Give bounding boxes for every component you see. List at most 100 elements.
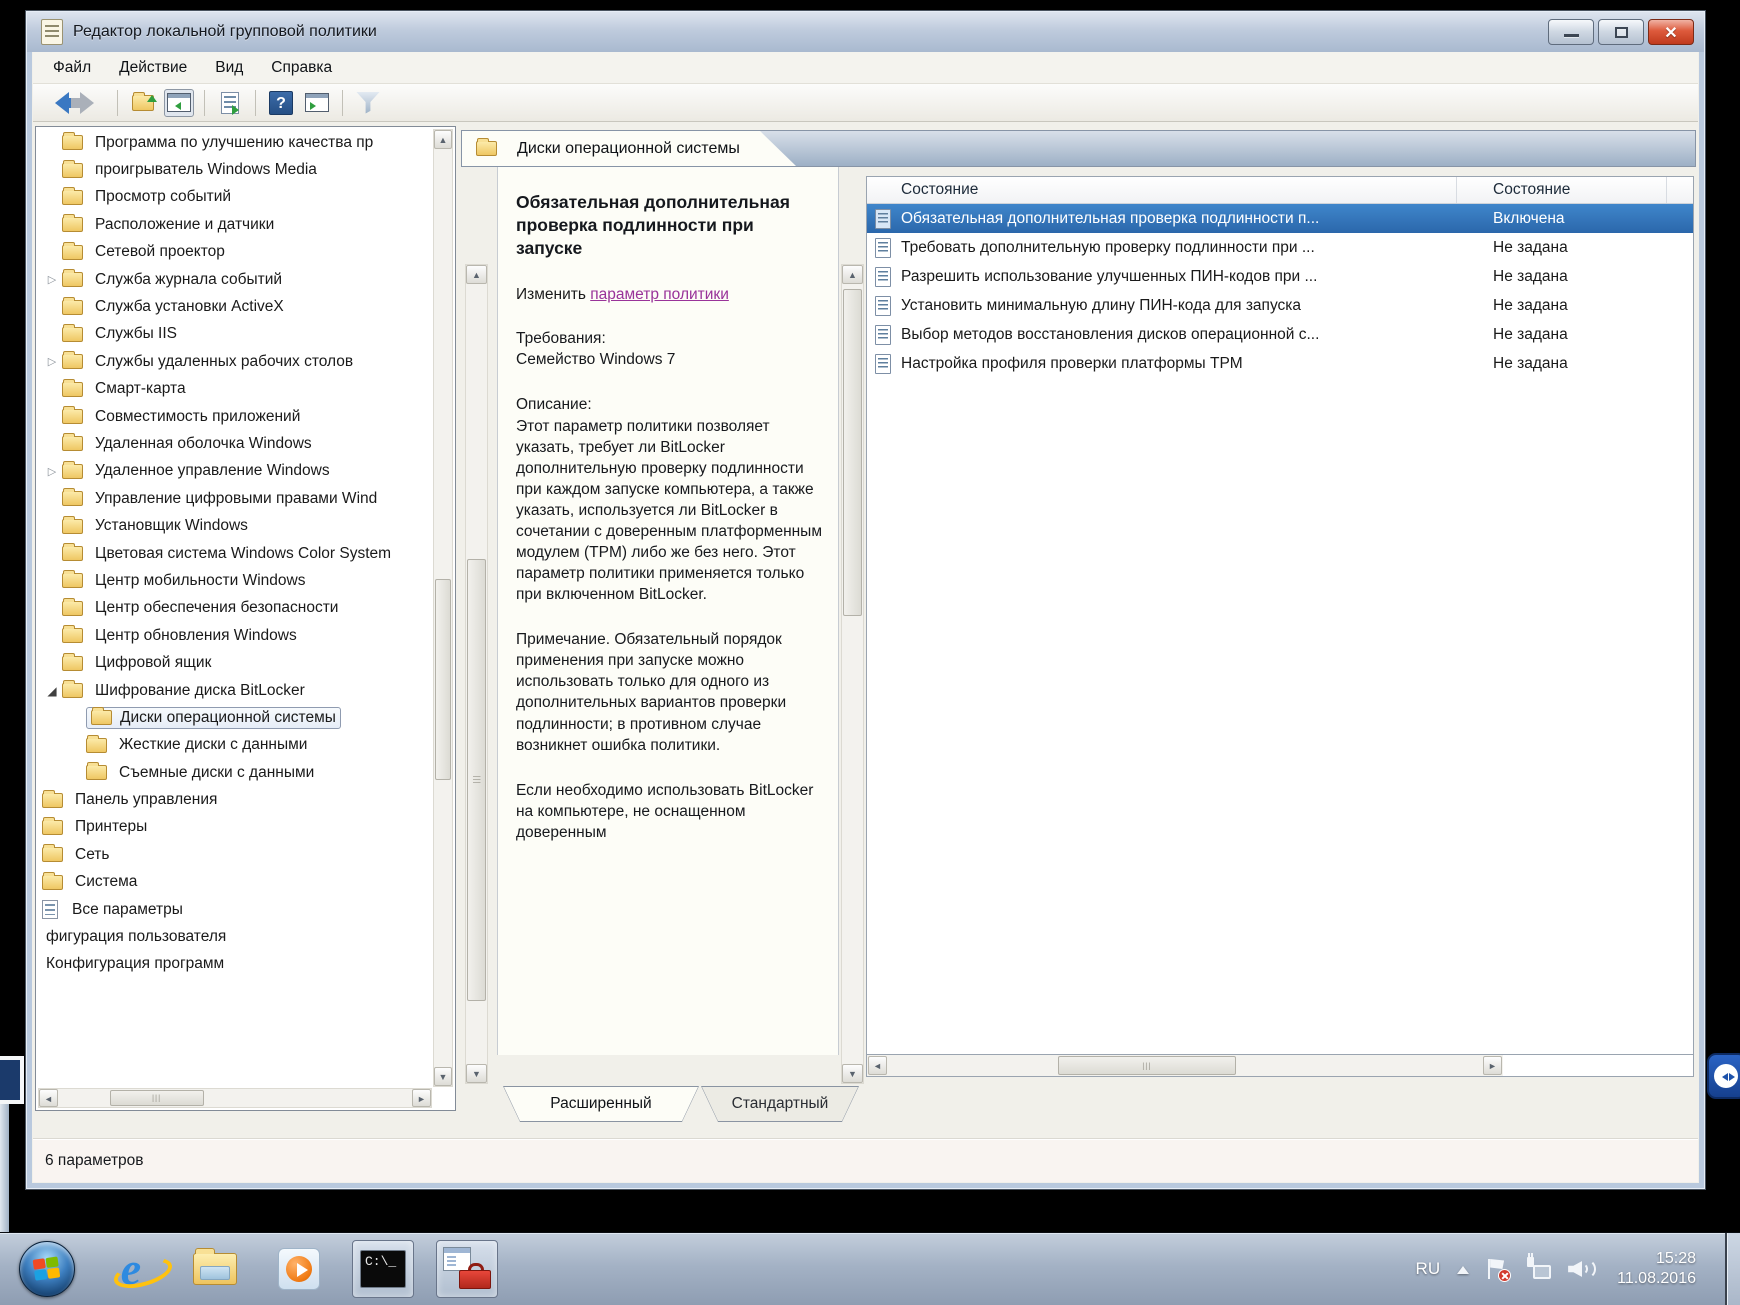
- description-vertical-scrollbar[interactable]: ▲ ▼: [841, 264, 864, 1084]
- scroll-down-arrow[interactable]: ▼: [434, 1067, 452, 1086]
- tree-item[interactable]: Удаленная оболочка Windows: [38, 430, 432, 457]
- windows-explorer-button[interactable]: [184, 1240, 246, 1298]
- setting-row[interactable]: Настройка профиля проверки платформы TPM…: [867, 349, 1693, 378]
- expand-arrow-icon[interactable]: ▷: [42, 465, 62, 478]
- tree-item[interactable]: проигрыватель Windows Media: [38, 156, 432, 183]
- tree-item[interactable]: Жесткие диски с данными: [38, 732, 432, 759]
- start-button[interactable]: [16, 1240, 78, 1298]
- tree-item[interactable]: Принтеры: [38, 814, 432, 841]
- tree-item-label: Конфигурация программ: [42, 954, 228, 974]
- tree-item[interactable]: Сеть: [38, 841, 432, 868]
- internet-explorer-button[interactable]: e: [100, 1240, 162, 1298]
- setting-row[interactable]: Установить минимальную длину ПИН-кода дл…: [867, 291, 1693, 320]
- media-player-button[interactable]: [268, 1240, 330, 1298]
- tree-item[interactable]: фигурация пользователя: [38, 923, 432, 950]
- tree-item[interactable]: Службы IIS: [38, 321, 432, 348]
- tree-item[interactable]: Просмотр событий: [38, 184, 432, 211]
- tree-item[interactable]: ▷Службы удаленных рабочих столов: [38, 348, 432, 375]
- scroll-right-arrow[interactable]: ►: [412, 1089, 431, 1107]
- expand-arrow-icon[interactable]: ▷: [42, 355, 62, 368]
- tree-item[interactable]: Расположение и датчики: [38, 211, 432, 238]
- scroll-thumb[interactable]: |||: [467, 559, 486, 1001]
- tree-item[interactable]: Панель управления: [38, 786, 432, 813]
- clock[interactable]: 15:28 11.08.2016: [1617, 1249, 1696, 1289]
- language-indicator[interactable]: RU: [1416, 1259, 1441, 1279]
- back-button[interactable]: [41, 89, 71, 117]
- scroll-thumb[interactable]: [843, 289, 862, 616]
- setting-row[interactable]: Разрешить использование улучшенных ПИН-к…: [867, 262, 1693, 291]
- tree-item[interactable]: Съемные диски с данными: [38, 759, 432, 786]
- show-action-pane-button[interactable]: [302, 89, 332, 117]
- tree-item[interactable]: Центр обеспечения безопасности: [38, 595, 432, 622]
- action-center-flag-icon[interactable]: [1486, 1257, 1508, 1281]
- setting-row[interactable]: Требовать дополнительную проверку подлин…: [867, 233, 1693, 262]
- filter-button[interactable]: [353, 89, 383, 117]
- scroll-up-arrow[interactable]: ▲: [842, 265, 863, 284]
- tree-item[interactable]: Все параметры: [38, 896, 432, 923]
- tree-item[interactable]: Программа по улучшению качества пр: [38, 129, 432, 156]
- gpedit-app-icon: [41, 19, 63, 45]
- scroll-thumb[interactable]: |||: [110, 1090, 204, 1106]
- tree-item[interactable]: Конфигурация программ: [38, 951, 432, 978]
- menu-item-2[interactable]: Вид: [201, 55, 257, 81]
- titlebar[interactable]: Редактор локальной групповой политики ✕: [27, 12, 1704, 52]
- forward-button[interactable]: [77, 89, 107, 117]
- tree-viewport: Программа по улучшению качества прпроигр…: [38, 129, 432, 1087]
- column-header-name[interactable]: Состояние: [867, 177, 1457, 203]
- network-icon[interactable]: [1525, 1257, 1551, 1281]
- setting-row[interactable]: Обязательная дополнительная проверка под…: [867, 204, 1693, 233]
- tree-item-label: Службы IIS: [91, 324, 181, 344]
- scroll-thumb[interactable]: |||: [1058, 1056, 1236, 1075]
- tree-item[interactable]: Установщик Windows: [38, 512, 432, 539]
- tree-item[interactable]: Смарт-карта: [38, 376, 432, 403]
- restore-button[interactable]: [1598, 19, 1644, 45]
- scroll-left-arrow[interactable]: ◄: [39, 1089, 58, 1107]
- tree-item[interactable]: Служба установки ActiveX: [38, 293, 432, 320]
- hidden-icons-chevron-icon[interactable]: [1457, 1260, 1469, 1274]
- policy-setting-link[interactable]: параметр политики: [590, 286, 729, 303]
- menu-item-0[interactable]: Файл: [39, 55, 105, 81]
- show-desktop-button[interactable]: [1725, 1233, 1740, 1305]
- expand-arrow-icon[interactable]: ▷: [42, 273, 62, 286]
- up-one-level-button[interactable]: [128, 89, 158, 117]
- tree-item[interactable]: Цифровой ящик: [38, 649, 432, 676]
- collapse-arrow-icon[interactable]: ◢: [42, 684, 62, 698]
- teamviewer-desktop-icon[interactable]: [1707, 1053, 1740, 1099]
- menu-item-1[interactable]: Действие: [105, 55, 201, 81]
- setting-row[interactable]: Выбор методов восстановления дисков опер…: [867, 320, 1693, 349]
- tree-item[interactable]: Центр мобильности Windows: [38, 567, 432, 594]
- help-button[interactable]: ?: [266, 89, 296, 117]
- tree-item[interactable]: ◢Шифрование диска BitLocker: [38, 677, 432, 704]
- tab-extended[interactable]: Расширенный: [503, 1086, 699, 1122]
- tree-item[interactable]: Совместимость приложений: [38, 403, 432, 430]
- tree-horizontal-scrollbar[interactable]: ◄ ||| ►: [38, 1088, 432, 1108]
- tree-item[interactable]: Центр обновления Windows: [38, 622, 432, 649]
- menu-item-3[interactable]: Справка: [257, 55, 346, 81]
- tree-item[interactable]: Система: [38, 869, 432, 896]
- scroll-down-arrow[interactable]: ▼: [466, 1064, 487, 1083]
- tree-item[interactable]: ▷Служба журнала событий: [38, 266, 432, 293]
- tree-item[interactable]: Цветовая система Windows Color System: [38, 540, 432, 567]
- scroll-up-arrow[interactable]: ▲: [466, 265, 487, 284]
- scroll-up-arrow[interactable]: ▲: [434, 130, 452, 149]
- tab-standard[interactable]: Стандартный: [701, 1086, 859, 1122]
- column-header-state[interactable]: Состояние: [1457, 177, 1667, 203]
- extended-view-left-scrollbar[interactable]: ▲ ||| ▼: [465, 264, 488, 1084]
- export-list-button[interactable]: [215, 89, 245, 117]
- tree-vertical-scrollbar[interactable]: ▲ ▼: [433, 129, 453, 1087]
- minimize-button[interactable]: [1548, 19, 1594, 45]
- scroll-left-arrow[interactable]: ◄: [868, 1056, 887, 1075]
- scroll-thumb[interactable]: [435, 579, 451, 780]
- scroll-right-arrow[interactable]: ►: [1483, 1056, 1502, 1075]
- show-console-tree-button[interactable]: [164, 89, 194, 117]
- volume-icon[interactable]: [1568, 1257, 1596, 1281]
- tree-item[interactable]: Диски операционной системы: [38, 704, 432, 731]
- command-prompt-button[interactable]: C:\_: [352, 1240, 414, 1298]
- tree-item[interactable]: ▷Удаленное управление Windows: [38, 458, 432, 485]
- scroll-down-arrow[interactable]: ▼: [842, 1064, 863, 1083]
- admin-toolbox-button[interactable]: [436, 1240, 498, 1298]
- close-button[interactable]: ✕: [1648, 19, 1694, 45]
- list-horizontal-scrollbar[interactable]: ◄ ||| ►: [867, 1055, 1503, 1076]
- tree-item[interactable]: Управление цифровыми правами Wind: [38, 485, 432, 512]
- tree-item[interactable]: Сетевой проектор: [38, 239, 432, 266]
